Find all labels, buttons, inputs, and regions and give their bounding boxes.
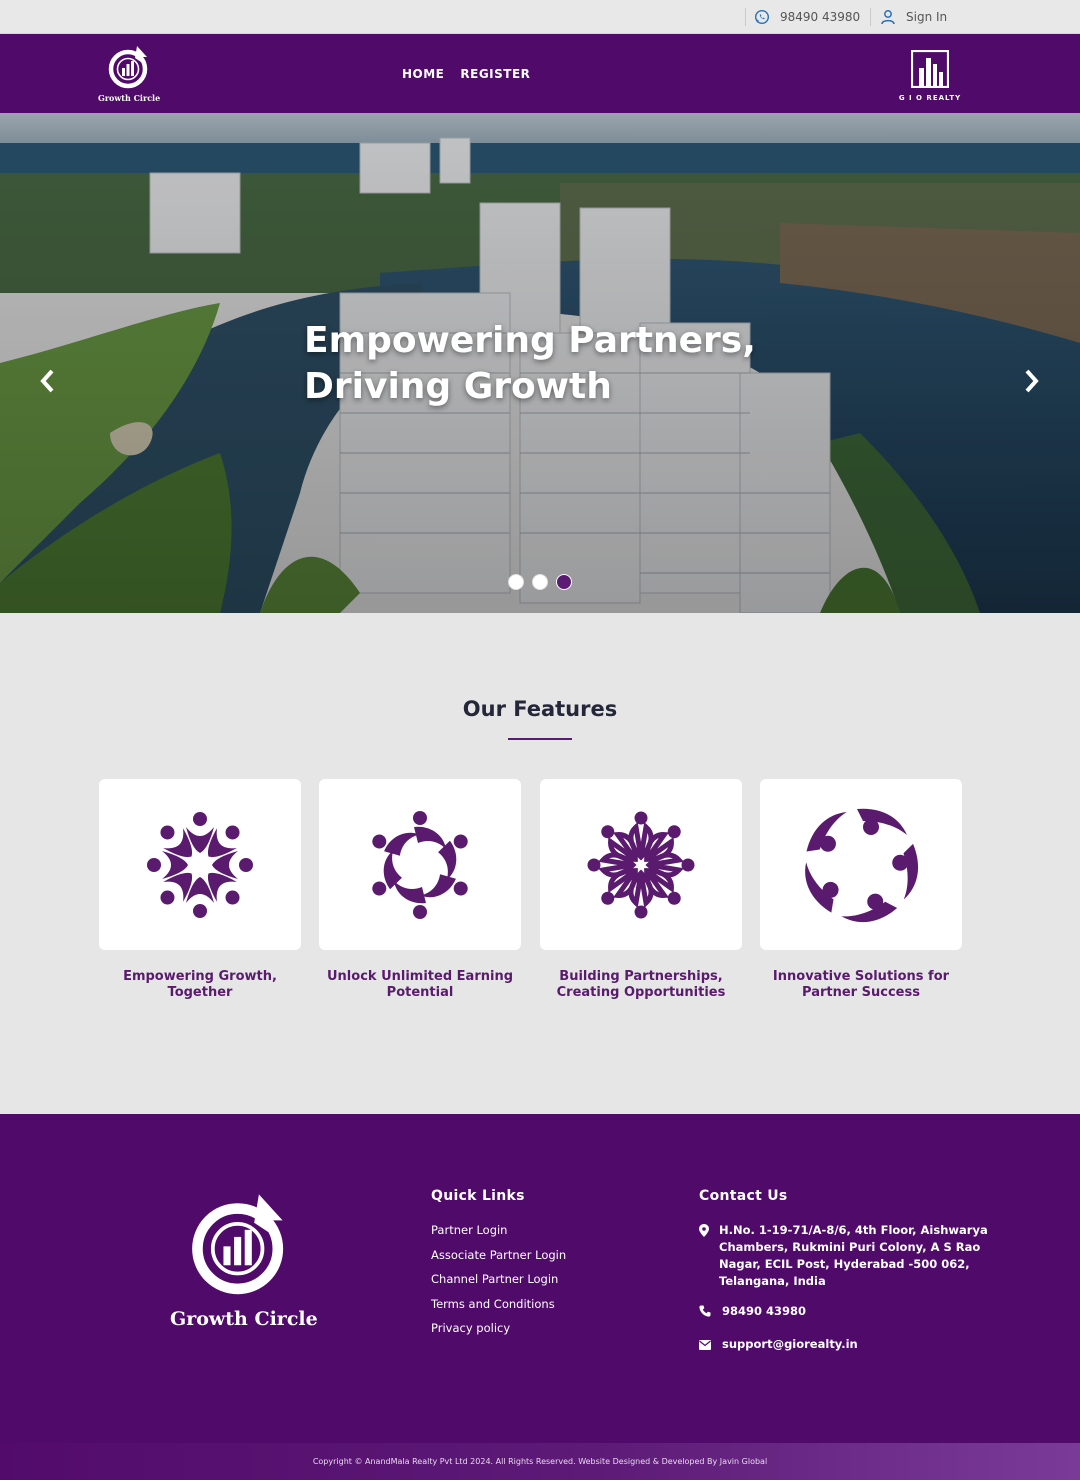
hero-headline: Empowering Partners, Driving Growth [304,318,824,410]
contact-email[interactable]: support@giorealty.in [699,1336,858,1355]
privacy-link[interactable]: Privacy policy [431,1320,566,1345]
footer: Growth Circle Quick Links Partner Login … [0,1114,1080,1443]
phone-icon [699,1305,711,1317]
contact-phone[interactable]: 98490 43980 [699,1303,806,1322]
whatsapp-contact[interactable]: 98490 43980 [754,0,860,34]
copyright-text: Copyright © AnandMala Realty Pvt Ltd 202… [312,1457,768,1466]
address-line-1: H.No. 1-19-71/A-8/6, 4th Floor, Aishwary… [719,1223,988,1237]
footer-brand-caption: Growth Circle [170,1308,318,1330]
map-pin-icon [699,1224,709,1237]
gio-realty-building-icon [910,49,950,89]
terms-link[interactable]: Terms and Conditions [431,1296,566,1321]
feature-label-1: Empowering Growth, Together [99,969,301,1001]
feature-label-1-line1: Empowering Growth, [123,969,277,984]
features-heading: Our Features [462,697,618,721]
hero-carousel: Empowering Partners, Driving Growth [0,113,1080,613]
features-underline [508,738,572,740]
feature-card-3 [540,779,742,950]
utility-bar: 98490 43980 Sign In [0,0,1080,34]
feature-label-4-line2: Partner Success [802,985,920,1000]
feature-label-3-line1: Building Partnerships, [559,969,723,984]
copyright-bar: Copyright © AnandMala Realty Pvt Ltd 202… [0,1443,1080,1480]
growth-circle-emblem-icon [108,46,148,89]
carousel-dot-1[interactable] [508,574,524,590]
quick-links-heading: Quick Links [431,1188,525,1204]
people-swirl-icon [362,810,478,919]
user-icon [881,10,895,25]
footer-growth-circle-logo[interactable]: Growth Circle [170,1188,318,1330]
feature-label-2-line2: Potential [386,985,454,1000]
footer-phone-text: 98490 43980 [722,1304,807,1318]
people-star-icon [583,811,699,923]
feature-card-4 [760,779,962,950]
partner-login-link[interactable]: Partner Login [431,1222,566,1247]
gio-realty-logo[interactable]: G I O REALTY [898,49,962,102]
feature-label-2: Unlock Unlimited Earning Potential [319,969,521,1001]
channel-partner-login-link[interactable]: Channel Partner Login [431,1271,566,1296]
contact-heading: Contact Us [699,1188,788,1204]
carousel-next-button[interactable] [1017,363,1047,399]
chevron-right-icon [1025,369,1039,393]
nav-links: HOME REGISTER [402,34,530,113]
growth-circle-emblem-icon [192,1194,284,1295]
carousel-indicators [508,574,572,590]
phone-text: 98490 43980 [780,10,861,24]
feature-label-2-line1: Unlock Unlimited Earning [327,969,513,984]
envelope-icon [699,1340,711,1350]
address-line-4: Telangana, India [719,1274,826,1288]
divider [870,8,871,26]
feature-card-1 [99,779,301,950]
quick-links-list: Partner Login Associate Partner Login Ch… [431,1222,566,1345]
divider [745,8,746,26]
address-line-3: Nagar, ECIL Post, Hyderabad -500 062, [719,1257,970,1271]
carousel-prev-button[interactable] [32,363,62,399]
chevron-left-icon [40,369,54,393]
feature-label-1-line2: Together [167,985,233,1000]
contact-address: H.No. 1-19-71/A-8/6, 4th Floor, Aishwary… [699,1222,988,1290]
partner-caption: G I O REALTY [898,94,962,102]
carousel-dot-3[interactable] [556,574,572,590]
hero-headline-line1: Empowering Partners, [304,320,756,361]
brand-caption: Growth Circle [98,93,161,103]
nav-home-link[interactable]: HOME [402,67,444,81]
feature-card-2 [319,779,521,950]
sign-in-label: Sign In [906,10,948,24]
associate-partner-login-link[interactable]: Associate Partner Login [431,1247,566,1272]
feature-label-3-line2: Creating Opportunities [556,985,726,1000]
feature-label-4-line1: Innovative Solutions for [772,969,950,984]
footer-email-text: support@giorealty.in [722,1337,858,1351]
people-circle-icon [147,811,253,918]
main-navbar: Growth Circle HOME REGISTER G I O REALTY [0,34,1080,113]
feature-label-4: Innovative Solutions for Partner Success [760,969,962,1001]
sign-in-link[interactable]: Sign In [880,0,947,34]
people-ring-icon [803,806,919,923]
growth-circle-logo[interactable]: Growth Circle [98,44,160,103]
hero-headline-line2: Driving Growth [304,366,612,407]
nav-register-link[interactable]: REGISTER [460,67,530,81]
whatsapp-icon [754,9,770,25]
feature-label-3: Building Partnerships, Creating Opportun… [540,969,742,1001]
carousel-dot-2[interactable] [532,574,548,590]
address-line-2: Chambers, Rukmini Puri Colony, A S Rao [719,1240,981,1254]
